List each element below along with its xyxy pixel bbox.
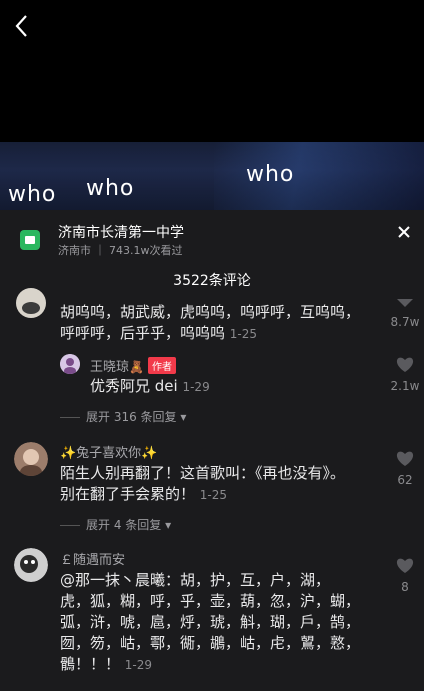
comment-time: 1-25 <box>229 327 258 341</box>
comment-text: @那一抹丶晨曦：胡，护，互，户，湖， 虎，狐，糊，呼，乎，壶，葫，忽，沪，蝴， … <box>60 571 361 673</box>
video-top-area[interactable] <box>0 0 424 142</box>
comment-time: 1-29 <box>124 658 153 672</box>
like-button[interactable]: 62 <box>385 449 424 487</box>
avatar[interactable] <box>14 442 48 476</box>
expand-replies-button[interactable]: 展开 316 条回复 ▾ <box>60 408 186 425</box>
like-button[interactable]: 2.1w <box>385 355 424 393</box>
like-count: 62 <box>397 473 413 487</box>
avatar[interactable] <box>60 354 80 374</box>
comment-text: 胡呜呜，胡武威，虎呜呜，呜呼呼，互呜呜， 呼呼呼，后乎乎，呜呜呜 1-25 <box>60 303 361 342</box>
heart-icon <box>397 299 413 307</box>
heart-icon <box>396 451 414 466</box>
location-subtitle: 济南市 ｜ 743.1w次看过 <box>58 244 183 257</box>
like-button[interactable]: 8.7w <box>385 294 424 329</box>
heart-icon <box>396 558 414 573</box>
location-title[interactable]: 济南市长清第一中学 <box>58 222 184 242</box>
location-icon <box>20 230 40 250</box>
reply-text: 优秀阿兄 dei 1-29 <box>90 377 210 395</box>
lyric-text: who <box>246 162 295 187</box>
like-count: 2.1w <box>390 379 420 393</box>
heart-icon <box>396 357 414 372</box>
like-button[interactable]: 8 <box>385 556 424 594</box>
lyric-text: who <box>86 176 135 201</box>
like-count: 8.7w <box>390 315 420 329</box>
comment-count: 3522条评论 <box>173 273 251 289</box>
video-frame[interactable] <box>0 142 424 212</box>
close-icon[interactable] <box>396 224 412 240</box>
back-arrow-icon[interactable] <box>12 12 38 40</box>
avatar[interactable] <box>14 548 48 582</box>
author-badge: 作者 <box>147 357 176 374</box>
comment-author[interactable]: ￡随遇而安 <box>60 549 125 568</box>
expand-replies-button[interactable]: 展开 4 条回复 ▾ <box>60 516 171 533</box>
comment-text: 陌生人别再翻了！这首歌叫：《再也没有》。 别在翻了手会累的！ 1-25 <box>60 464 346 503</box>
avatar[interactable] <box>16 288 46 318</box>
comment-author[interactable]: ✨兔子喜欢你✨ <box>60 442 157 461</box>
lyric-text: who <box>8 182 57 207</box>
reply-author[interactable]: 王晓琼🧸 作者 <box>90 356 176 375</box>
comment-time: 1-25 <box>199 488 228 502</box>
like-count: 8 <box>401 580 409 594</box>
reply-time: 1-29 <box>182 380 210 394</box>
